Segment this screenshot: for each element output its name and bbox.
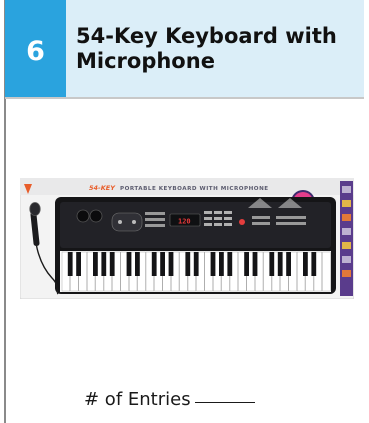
header-divider [5, 97, 364, 99]
black-key [227, 252, 233, 276]
keyboard-display-text: 120 [178, 218, 191, 226]
black-key [303, 252, 308, 276]
white-key [322, 251, 331, 292]
box-brand-text: 54-KEY [89, 184, 116, 192]
black-key [244, 252, 249, 276]
black-key [126, 252, 132, 276]
black-key [135, 252, 140, 276]
entries-label: # of Entries [84, 389, 191, 410]
prize-number-badge: 6 [5, 0, 66, 97]
black-key [269, 252, 275, 276]
black-key [151, 252, 157, 276]
black-key [210, 252, 216, 276]
prize-number: 6 [26, 36, 45, 67]
black-key [160, 252, 165, 276]
black-key [185, 252, 191, 276]
black-key [277, 252, 283, 276]
prize-title: 54-Key Keyboard with Microphone [76, 24, 337, 73]
entries-field: # of Entries [84, 389, 255, 410]
black-key [76, 252, 81, 276]
black-key [311, 252, 317, 276]
box-product-text: PORTABLE KEYBOARD WITH MICROPHONE [120, 186, 269, 192]
entries-blank-line [194, 402, 255, 403]
black-key [101, 252, 107, 276]
black-key [219, 252, 224, 276]
black-key [252, 252, 258, 276]
black-key [193, 252, 199, 276]
black-key [67, 252, 73, 276]
keyboard-product-image: 54-KEY PORTABLE KEYBOARD WITH MICROPHONE… [20, 178, 354, 299]
black-key [286, 252, 291, 276]
black-key [168, 252, 174, 276]
black-key [109, 252, 115, 276]
prize-card: 6 54-Key Keyboard with Microphone 54-KEY… [0, 0, 369, 423]
black-key [93, 252, 98, 276]
